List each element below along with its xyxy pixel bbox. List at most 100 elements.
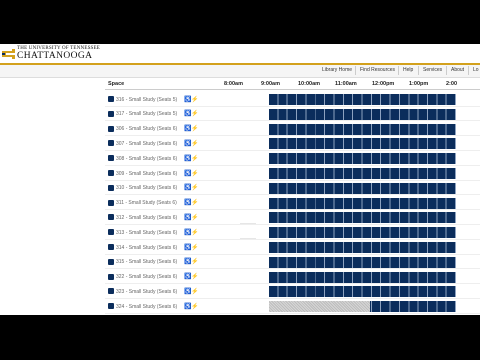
row-divider: [105, 149, 480, 151]
power-outlet-icon: ⚡: [191, 229, 199, 236]
grid-line: [240, 223, 256, 225]
power-outlet-icon: ⚡: [191, 244, 199, 251]
power-c-icon: [2, 49, 15, 59]
row-divider: [105, 223, 480, 225]
power-outlet-icon: ⚡: [191, 303, 199, 310]
row-divider: [105, 164, 480, 166]
row-divider: [105, 194, 480, 196]
nav-library-home[interactable]: Library Home: [322, 67, 352, 73]
booked-slots: [269, 256, 456, 268]
power-outlet-icon: ⚡: [191, 259, 199, 266]
booked-slots: [269, 153, 456, 165]
row-divider: [105, 283, 480, 285]
room-info-icon[interactable]: [108, 155, 114, 162]
power-outlet-icon: ⚡: [191, 126, 199, 133]
row-divider: [105, 253, 480, 255]
booked-slots: [269, 227, 456, 239]
unavailable-slots: [269, 301, 370, 313]
room-label[interactable]: 314 - Small Study (Seats 6): [116, 245, 177, 251]
time-header: 8:00am: [224, 81, 243, 87]
booked-slots: [269, 123, 456, 135]
room-label[interactable]: 316 - Small Study (Seats 5): [116, 97, 177, 103]
room-info-icon[interactable]: [108, 170, 114, 176]
row-divider: [105, 312, 480, 314]
room-info-icon[interactable]: [108, 199, 114, 206]
booked-slots: [269, 212, 456, 224]
row-divider: [105, 135, 480, 137]
power-outlet-icon: ⚡: [191, 140, 199, 147]
room-label[interactable]: 315 - Small Study (Seats 6): [116, 259, 177, 265]
row-divider: [105, 179, 480, 181]
power-outlet-icon: ⚡: [191, 214, 199, 221]
booked-slots: [269, 168, 456, 179]
grid-line: [240, 238, 256, 240]
power-outlet-icon: ⚡: [191, 155, 199, 162]
row-divider: [105, 209, 480, 211]
nav-help[interactable]: Help: [403, 67, 413, 73]
power-outlet-icon: ⚡: [191, 170, 199, 177]
room-info-icon[interactable]: [108, 214, 114, 221]
row-divider: [105, 105, 480, 107]
time-header: 2:00: [446, 81, 458, 87]
time-header: 1:00pm: [409, 81, 429, 87]
room-info-icon[interactable]: [108, 229, 114, 236]
nav-separator: [398, 66, 399, 75]
row-divider: [105, 120, 480, 122]
nav-separator: [355, 66, 356, 75]
room-info-icon[interactable]: [108, 140, 114, 147]
nav-about[interactable]: About: [451, 67, 464, 73]
booked-slots: [269, 94, 456, 105]
utc-logo[interactable]: THE UNIVERSITY OF TENNESSEE CHATTANOOGA: [2, 46, 102, 62]
room-info-icon[interactable]: [108, 125, 114, 132]
booked-slots: [269, 271, 456, 283]
nav-services[interactable]: Services: [423, 67, 442, 73]
room-label[interactable]: 307 - Small Study (Seats 6): [116, 141, 177, 147]
room-label[interactable]: 313 - Small Study (Seats 6): [116, 230, 177, 236]
room-info-icon[interactable]: [108, 110, 114, 117]
room-info-icon[interactable]: [108, 184, 114, 191]
nav-separator: [446, 66, 447, 75]
room-label[interactable]: 310 - Small Study (Seats 6): [116, 185, 177, 191]
booked-slots: [269, 138, 456, 150]
site-header: THE UNIVERSITY OF TENNESSEE CHATTANOOGA: [0, 44, 480, 64]
power-outlet-icon: ⚡: [191, 200, 199, 207]
nav-login[interactable]: Lo: [473, 67, 479, 73]
room-info-icon[interactable]: [108, 96, 114, 102]
room-label[interactable]: 308 - Small Study (Seats 6): [116, 156, 177, 162]
space-column-header: Space: [108, 81, 125, 87]
nav-find-resources[interactable]: Find Resources: [360, 67, 395, 73]
booked-slots: [269, 197, 456, 209]
room-label[interactable]: 306 - Small Study (Seats 6): [116, 126, 177, 132]
room-info-icon[interactable]: [108, 258, 114, 265]
browser-viewport: THE UNIVERSITY OF TENNESSEE CHATTANOOGA …: [0, 44, 480, 315]
logo-main-text: CHATTANOOGA: [17, 51, 93, 61]
room-label[interactable]: 324 - Small Study (Seats 6): [116, 304, 177, 310]
power-outlet-icon: ⚡: [191, 274, 199, 281]
top-nav: Library Home Find Resources Help Service…: [0, 65, 480, 78]
power-outlet-icon: ⚡: [191, 288, 199, 295]
row-divider: [105, 268, 480, 270]
booked-slots: [269, 286, 456, 298]
booked-slots: [269, 108, 456, 120]
row-divider: [105, 297, 480, 299]
room-label[interactable]: 309 - Small Study (Seats 6): [116, 171, 177, 177]
room-label[interactable]: 322 - Small Study (Seats 6): [116, 274, 177, 280]
room-label[interactable]: 311 - Small Study (Seats 6): [116, 200, 177, 206]
room-label[interactable]: 323 - Small Study (Seats 6): [116, 289, 177, 295]
room-label[interactable]: 312 - Small Study (Seats 6): [116, 215, 177, 221]
power-outlet-icon: ⚡: [191, 185, 199, 192]
header-divider: [105, 89, 480, 90]
time-header: 10:00am: [298, 81, 321, 87]
time-header: 9:00am: [261, 81, 280, 87]
row-divider: [105, 238, 480, 240]
room-info-icon[interactable]: [108, 273, 114, 280]
room-info-icon[interactable]: [108, 288, 114, 295]
power-outlet-icon: ⚡: [191, 96, 199, 103]
booked-slots: [269, 182, 456, 194]
room-label[interactable]: 317 - Small Study (Seats 5): [116, 111, 177, 117]
time-header: 11:00am: [335, 81, 357, 87]
room-info-icon[interactable]: [108, 244, 114, 250]
booked-slots: [269, 242, 456, 253]
room-info-icon[interactable]: [108, 303, 114, 310]
power-outlet-icon: ⚡: [191, 111, 199, 118]
